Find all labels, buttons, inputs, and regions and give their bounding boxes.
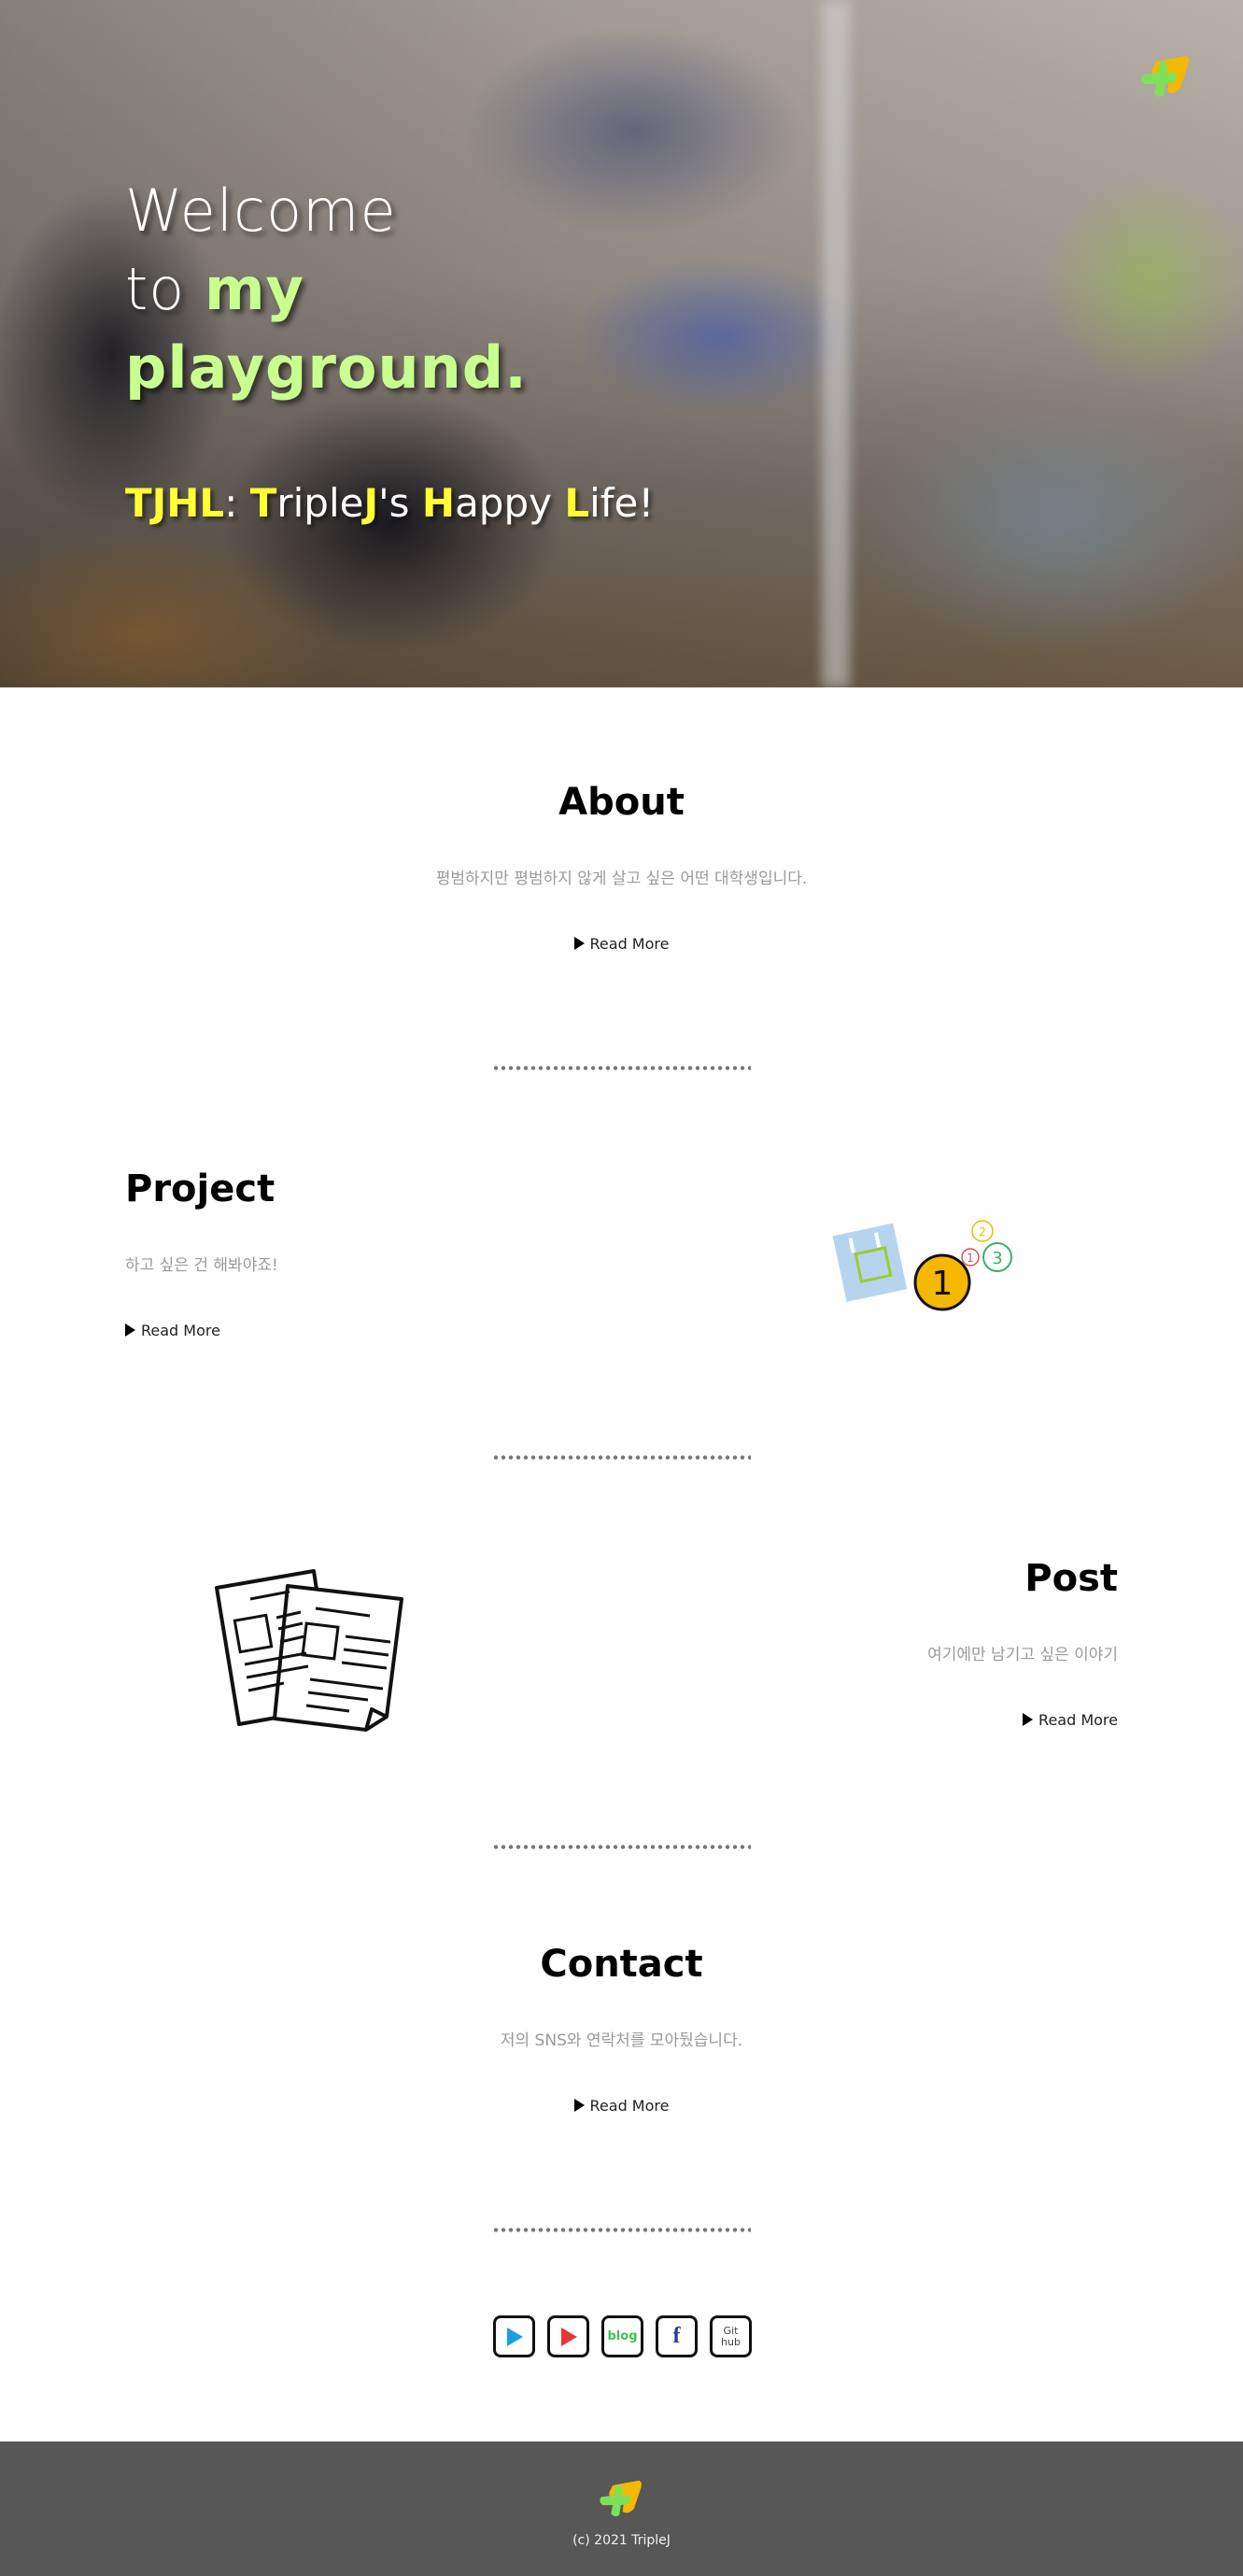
post-section: Post 여기에만 남기고 싶은 이야기 Read More xyxy=(683,1557,1118,1730)
github-icon-line2: hub xyxy=(721,2335,741,2348)
footer-copyright: (c) 2021 TripleJ xyxy=(572,2533,671,2548)
post-description: 여기에만 남기고 싶은 이야기 xyxy=(927,1646,1118,1664)
play-triangle-icon xyxy=(573,937,585,950)
read-more-label: Read More xyxy=(1038,1711,1118,1729)
subtitle-letter: H xyxy=(421,480,456,526)
read-more-label: Read More xyxy=(141,1322,220,1339)
youtube-button[interactable] xyxy=(547,2315,589,2357)
play-store-button[interactable] xyxy=(493,2315,535,2357)
step-number: 2 xyxy=(979,1225,986,1238)
step-number: 3 xyxy=(992,1249,1002,1268)
play-icon xyxy=(506,2327,523,2346)
contact-read-more-link[interactable]: Read More xyxy=(573,2097,670,2115)
subtitle-letter: J xyxy=(363,480,379,526)
hero-title-line3: playground. xyxy=(125,333,528,402)
post-title: Post xyxy=(1024,1557,1118,1600)
play-triangle-icon xyxy=(573,2099,585,2112)
about-description: 평범하지만 평범하지 않게 살고 싶은 어떤 대학생입니다. xyxy=(435,870,808,888)
subtitle-part: appy xyxy=(455,480,565,526)
section-divider xyxy=(492,2228,751,2232)
github-icon-line1: Git xyxy=(723,2324,739,2337)
footer: (c) 2021 TripleJ xyxy=(0,2442,1243,2576)
section-divider xyxy=(492,1845,751,1849)
section-divider xyxy=(492,1455,751,1460)
hero-subtitle: TJHL: TripleJ's Happy Life! xyxy=(125,480,654,526)
project-section: Project 하고 싶은 건 해봐야죠! Read More xyxy=(125,1168,685,1340)
subtitle-part: 's xyxy=(378,480,422,526)
github-button[interactable]: Git hub xyxy=(710,2315,752,2357)
hero-title-line1: Welcome xyxy=(125,177,397,245)
about-title: About xyxy=(558,781,685,824)
hero-banner: Welcome to my playground. TJHL: TripleJ'… xyxy=(0,0,1243,687)
project-title: Project xyxy=(125,1168,275,1210)
play-triangle-icon xyxy=(125,1323,135,1337)
blog-button[interactable]: blog xyxy=(601,2315,643,2357)
contact-title: Contact xyxy=(540,1943,703,1986)
read-more-label: Read More xyxy=(589,2097,670,2115)
facebook-icon: f xyxy=(672,2324,681,2348)
tj-logo-icon[interactable] xyxy=(596,2479,644,2520)
youtube-icon xyxy=(560,2327,577,2346)
subtitle-acronym: TJHL xyxy=(125,480,225,526)
hero-title: Welcome to my playground. xyxy=(125,172,528,407)
documents-icon xyxy=(215,1569,403,1732)
facebook-button[interactable]: f xyxy=(656,2315,698,2357)
project-read-more-link[interactable]: Read More xyxy=(125,1322,220,1339)
post-read-more-link[interactable]: Read More xyxy=(1023,1711,1118,1729)
tj-logo-icon[interactable] xyxy=(1137,54,1192,101)
subtitle-part: riple xyxy=(276,480,364,526)
step-number: 1 xyxy=(932,1265,953,1303)
about-section: About 평범하지만 평범하지 않게 살고 싶은 어떤 대학생입니다. Rea… xyxy=(0,781,1243,954)
hero-title-line2a: to xyxy=(125,255,205,323)
social-links: blog f Git hub xyxy=(493,2315,752,2357)
subtitle-letter: L xyxy=(564,480,590,526)
contact-description: 저의 SNS와 연락처를 모아뒀습니다. xyxy=(500,2031,743,2050)
project-steps-icon: 1 1 2 3 xyxy=(832,1220,1012,1311)
read-more-label: Read More xyxy=(589,935,670,953)
subtitle-part: ife! xyxy=(589,480,655,526)
hero-title-highlight: my xyxy=(204,255,304,323)
subtitle-part: : xyxy=(224,480,250,526)
section-divider xyxy=(492,1066,751,1070)
contact-section: Contact 저의 SNS와 연락처를 모아뒀습니다. Read More xyxy=(0,1943,1243,2116)
play-triangle-icon xyxy=(1023,1713,1034,1726)
step-number: 1 xyxy=(967,1252,974,1265)
project-description: 하고 싶은 건 해봐야죠! xyxy=(125,1256,278,1275)
about-read-more-link[interactable]: Read More xyxy=(573,935,670,953)
blog-icon: blog xyxy=(607,2329,638,2343)
subtitle-letter: T xyxy=(249,480,277,526)
